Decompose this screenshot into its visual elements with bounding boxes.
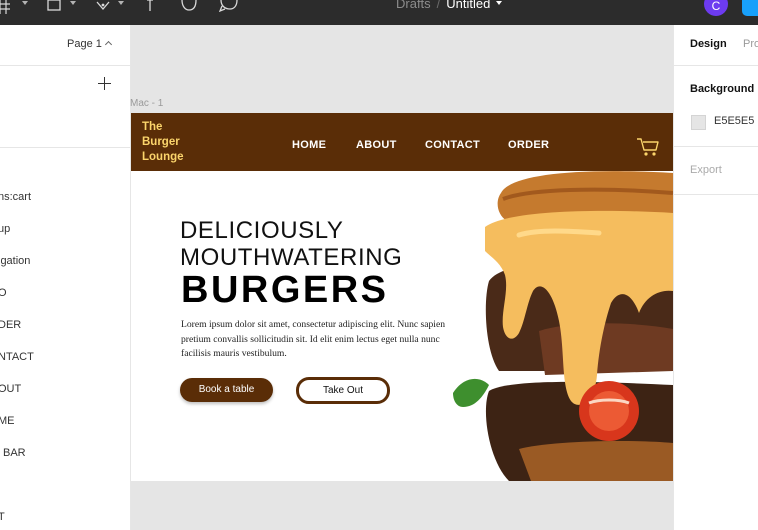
title-separator: /	[436, 0, 441, 11]
design-panel: Design Pro Background E5E5E5 Export	[673, 25, 758, 530]
background-section-title: Background	[690, 83, 755, 95]
brand-line: Lounge	[142, 151, 184, 163]
brand-line: Burger	[142, 136, 180, 148]
layer-item[interactable]: T	[0, 511, 5, 523]
avatar[interactable]: C	[704, 0, 728, 16]
cart-icon[interactable]	[636, 137, 660, 162]
layer-item[interactable]: O	[0, 287, 7, 299]
pen-tool-icon[interactable]	[95, 0, 111, 14]
background-color-hex[interactable]: E5E5E5	[714, 115, 754, 127]
rectangle-tool-chevron-down-icon[interactable]	[70, 1, 76, 5]
hero-headline-line-3: BURGERS	[181, 269, 389, 311]
layers-panel: Page 1 ns:cart up igation O DER NTACT OU…	[0, 25, 131, 530]
page-selector[interactable]: Page 1	[67, 38, 112, 50]
panel-divider	[674, 146, 758, 147]
layer-item[interactable]: ns:cart	[0, 191, 31, 203]
project-name[interactable]: Drafts	[396, 0, 431, 11]
chevron-up-icon	[104, 40, 112, 49]
layer-item[interactable]: ME	[0, 415, 15, 427]
tab-design[interactable]: Design	[690, 38, 727, 50]
page-selector-label: Page 1	[67, 38, 102, 50]
nav-about-link[interactable]: ABOUT	[356, 139, 397, 151]
burger-image	[449, 171, 673, 481]
layer-item[interactable]: BAR	[3, 447, 26, 459]
document-title[interactable]: Drafts / Untitled	[396, 0, 503, 11]
frame-tool-icon[interactable]	[0, 0, 12, 14]
hand-tool-icon[interactable]	[179, 0, 199, 14]
take-out-button[interactable]: Take Out	[296, 377, 390, 404]
frame-tool-chevron-down-icon[interactable]	[22, 1, 28, 5]
tab-prototype[interactable]: Pro	[743, 38, 758, 50]
export-section-title[interactable]: Export	[690, 164, 722, 176]
design-frame[interactable]: The Burger Lounge HOME ABOUT CONTACT ORD…	[131, 113, 673, 481]
top-toolbar: Drafts / Untitled C	[0, 0, 758, 25]
layer-item[interactable]: igation	[0, 255, 30, 267]
panel-divider	[0, 65, 130, 66]
layer-item[interactable]: DER	[0, 319, 21, 331]
rectangle-tool-icon[interactable]	[47, 0, 61, 14]
hero-headline-line-1: DELICIOUSLY	[180, 217, 344, 244]
panel-divider	[0, 147, 130, 148]
pen-tool-chevron-down-icon[interactable]	[118, 1, 124, 5]
background-color-swatch[interactable]	[691, 115, 706, 130]
comment-tool-icon[interactable]	[219, 0, 239, 14]
hero-body-text: Lorem ipsum dolor sit amet, consectetur …	[181, 319, 446, 360]
panel-divider	[674, 194, 758, 195]
add-page-icon[interactable]	[98, 77, 112, 91]
nav-contact-link[interactable]: CONTACT	[425, 139, 480, 151]
share-button[interactable]	[742, 0, 758, 16]
nav-home-link[interactable]: HOME	[292, 139, 326, 151]
book-table-button[interactable]: Book a table	[180, 378, 273, 402]
file-name[interactable]: Untitled	[446, 0, 490, 11]
panel-divider	[674, 65, 758, 66]
layer-item[interactable]: up	[0, 223, 10, 235]
file-menu-chevron-down-icon[interactable]	[496, 1, 503, 5]
layer-item[interactable]: NTACT	[0, 351, 34, 363]
brand-line: The	[142, 121, 163, 133]
layer-item[interactable]: OUT	[0, 383, 21, 395]
nav-order-link[interactable]: ORDER	[508, 139, 549, 151]
text-tool-icon[interactable]	[146, 0, 154, 14]
brand-logo: The Burger Lounge	[142, 120, 202, 165]
site-navbar: The Burger Lounge HOME ABOUT CONTACT ORD…	[131, 113, 673, 171]
frame-label[interactable]: Mac - 1	[130, 98, 163, 109]
